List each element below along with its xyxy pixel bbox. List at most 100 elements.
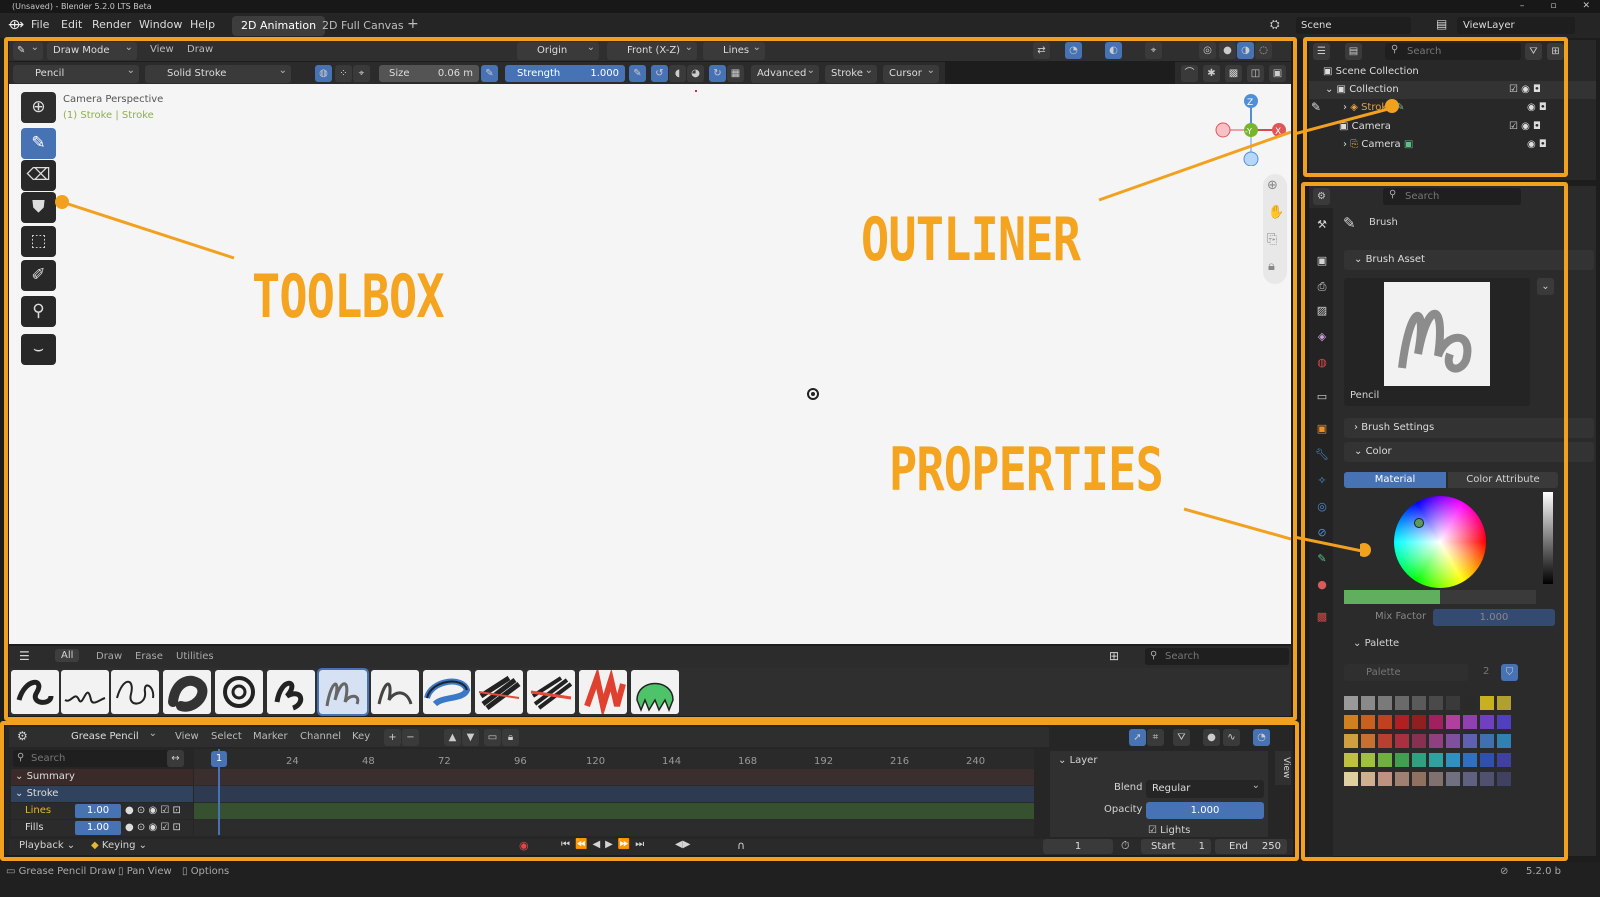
palette-swatch[interactable] (1480, 772, 1494, 786)
brush-thumb-10[interactable] (475, 670, 523, 714)
brush-thumb-9[interactable] (423, 670, 471, 714)
palette-swatch[interactable] (1463, 734, 1477, 748)
palette-swatch[interactable] (1480, 753, 1494, 767)
tl-menu-select[interactable]: Select (211, 731, 242, 742)
channel-layer-lines[interactable]: Lines 1.00 ● ⊙ ◉ ☑ ⊡ (11, 803, 193, 819)
shelf-tab-all[interactable]: All (55, 649, 80, 662)
menu-view[interactable]: View (150, 44, 174, 55)
tab-color-attribute[interactable]: Color Attribute (1448, 472, 1558, 488)
layer-lines-toggles[interactable]: ● ⊙ ◉ ☑ ⊡ (125, 803, 181, 819)
palette-swatch[interactable] (1344, 734, 1358, 748)
orientation-dropdown[interactable]: Front (X-Z) (607, 39, 697, 60)
filter-icon[interactable]: ⛛ (1525, 43, 1542, 60)
collection-visibility-icons[interactable]: ☑ ◉ ◘ (1509, 81, 1541, 99)
palette-swatch[interactable] (1446, 696, 1460, 710)
add-workspace-button[interactable]: + (398, 14, 428, 34)
palette-swatch[interactable] (1344, 753, 1358, 767)
palette-selector[interactable]: Palette (1344, 664, 1468, 681)
palette-swatch[interactable] (1480, 734, 1494, 748)
keying-dropdown[interactable]: ◆ Keying ⌄ (91, 840, 147, 851)
viewlayer-icon[interactable]: ▤ (1436, 17, 1447, 31)
gizmo-toggle-icon[interactable]: ⇄ (1033, 42, 1050, 59)
secondary-swatch[interactable] (1440, 590, 1536, 604)
onion-icon[interactable]: ● (1203, 729, 1220, 746)
multiframe-icon[interactable]: ✱ (1203, 65, 1220, 82)
autokey-icon[interactable]: ◫ (1247, 65, 1264, 82)
overlay-icon[interactable]: ◔ (1065, 42, 1082, 59)
remove-layer-icon[interactable]: − (402, 729, 419, 746)
mode-dropdown[interactable]: Draw Mode (47, 39, 137, 60)
texture-tab-icon[interactable]: ▩ (1313, 608, 1331, 626)
move-up-icon[interactable]: ▲ (444, 729, 461, 746)
viewlayer-selector[interactable]: ViewLayer (1457, 17, 1575, 34)
brush-thumb-4[interactable] (163, 670, 211, 714)
brush-thumb-pencil[interactable] (317, 668, 369, 716)
tool-dropdown[interactable]: Pencil (13, 62, 139, 83)
palette-swatch[interactable] (1480, 696, 1494, 710)
brush-thumb-2[interactable] (61, 670, 109, 714)
shading-render-icon[interactable]: ◌ (1255, 42, 1272, 59)
palette-swatch[interactable] (1429, 715, 1443, 729)
brush-thumb-11[interactable] (527, 670, 575, 714)
palette-swatch[interactable] (1361, 715, 1375, 729)
value-slider[interactable] (1543, 492, 1553, 584)
mode-fill-icon[interactable]: ▦ (727, 65, 744, 82)
select-icon[interactable]: ➚ (1129, 729, 1146, 746)
pivot-dropdown[interactable]: Origin (517, 39, 599, 60)
palette-swatch[interactable] (1463, 772, 1477, 786)
texture-icon[interactable]: ◕ (687, 65, 704, 82)
palette-swatch[interactable] (1446, 715, 1460, 729)
placement-dropdown[interactable]: Lines (703, 39, 765, 60)
interp-icon[interactable]: ∿ (1223, 729, 1240, 746)
clock-icon[interactable]: ⏱ (1121, 839, 1130, 853)
menu-draw[interactable]: Draw (187, 44, 213, 55)
brush-thumb-13[interactable] (631, 670, 679, 714)
palette-swatch[interactable] (1429, 696, 1443, 710)
fill-icon[interactable]: ◖ (669, 65, 686, 82)
brush-thumb-5[interactable] (215, 670, 263, 714)
lights-checkbox[interactable]: ☑ Lights (1148, 825, 1190, 836)
display-mode-icon[interactable]: ▤ (1345, 43, 1362, 60)
color-wheel[interactable] (1394, 496, 1486, 588)
channel-summary[interactable]: ⌄ Summary (11, 769, 193, 785)
stroke-type-dropdown[interactable]: Solid Stroke (145, 62, 291, 83)
palette-swatch[interactable] (1395, 734, 1409, 748)
palette-swatch[interactable] (1497, 715, 1511, 729)
palette-swatch[interactable] (1361, 753, 1375, 767)
tl-menu-view[interactable]: View (175, 731, 199, 742)
lock-layer-icon[interactable]: 🔒︎ (502, 729, 519, 746)
snap-icon[interactable]: ⌖ (1145, 42, 1162, 59)
camera-visibility-icons[interactable]: ◉ ◘ (1527, 136, 1547, 154)
xray-icon[interactable]: ◐ (1105, 42, 1122, 59)
palette-swatch[interactable] (1395, 696, 1409, 710)
keyframe-jump-icon[interactable]: ◀▶ (675, 839, 690, 850)
outliner-row-scene-collection[interactable]: ▣ Scene Collection (1309, 63, 1596, 81)
palette-swatch[interactable] (1395, 753, 1409, 767)
end-frame-field[interactable]: End 250 (1215, 839, 1287, 854)
palette-swatch[interactable] (1429, 734, 1443, 748)
scene-icon[interactable]: ⛭ (1270, 17, 1280, 32)
fake-user-shield-icon[interactable]: ⛉ (1501, 664, 1518, 681)
brush-thumb-12[interactable] (579, 670, 627, 714)
brush-menu-chevron-icon[interactable]: ⌄ (1537, 278, 1554, 295)
palette-swatch[interactable] (1361, 772, 1375, 786)
palette-swatch[interactable] (1361, 734, 1375, 748)
brush-thumb-3[interactable] (111, 670, 159, 714)
minimize-button[interactable]: – (1520, 0, 1525, 13)
size-field[interactable]: Size 0.06 m (379, 65, 479, 82)
palette-swatch[interactable] (1412, 753, 1426, 767)
channel-search-input[interactable]: Search (13, 750, 171, 767)
menu-window[interactable]: Window (139, 18, 182, 31)
palette-swatch[interactable] (1446, 734, 1460, 748)
cursor-dropdown[interactable]: Cursor (883, 62, 939, 83)
scene-selector[interactable]: Scene (1296, 17, 1411, 34)
menu-edit[interactable]: Edit (61, 18, 82, 31)
palette-swatch[interactable] (1378, 715, 1392, 729)
shading-wire-icon[interactable]: ◎ (1199, 42, 1216, 59)
brush-thumb-1[interactable] (11, 670, 59, 714)
palette-swatch[interactable] (1446, 753, 1460, 767)
palette-swatch[interactable] (1497, 753, 1511, 767)
camera-coll-visibility-icons[interactable]: ☑ ◉ ◘ (1509, 118, 1541, 136)
menu-render[interactable]: Render (92, 18, 131, 31)
pressure-size-icon[interactable]: ✎ (481, 65, 498, 82)
